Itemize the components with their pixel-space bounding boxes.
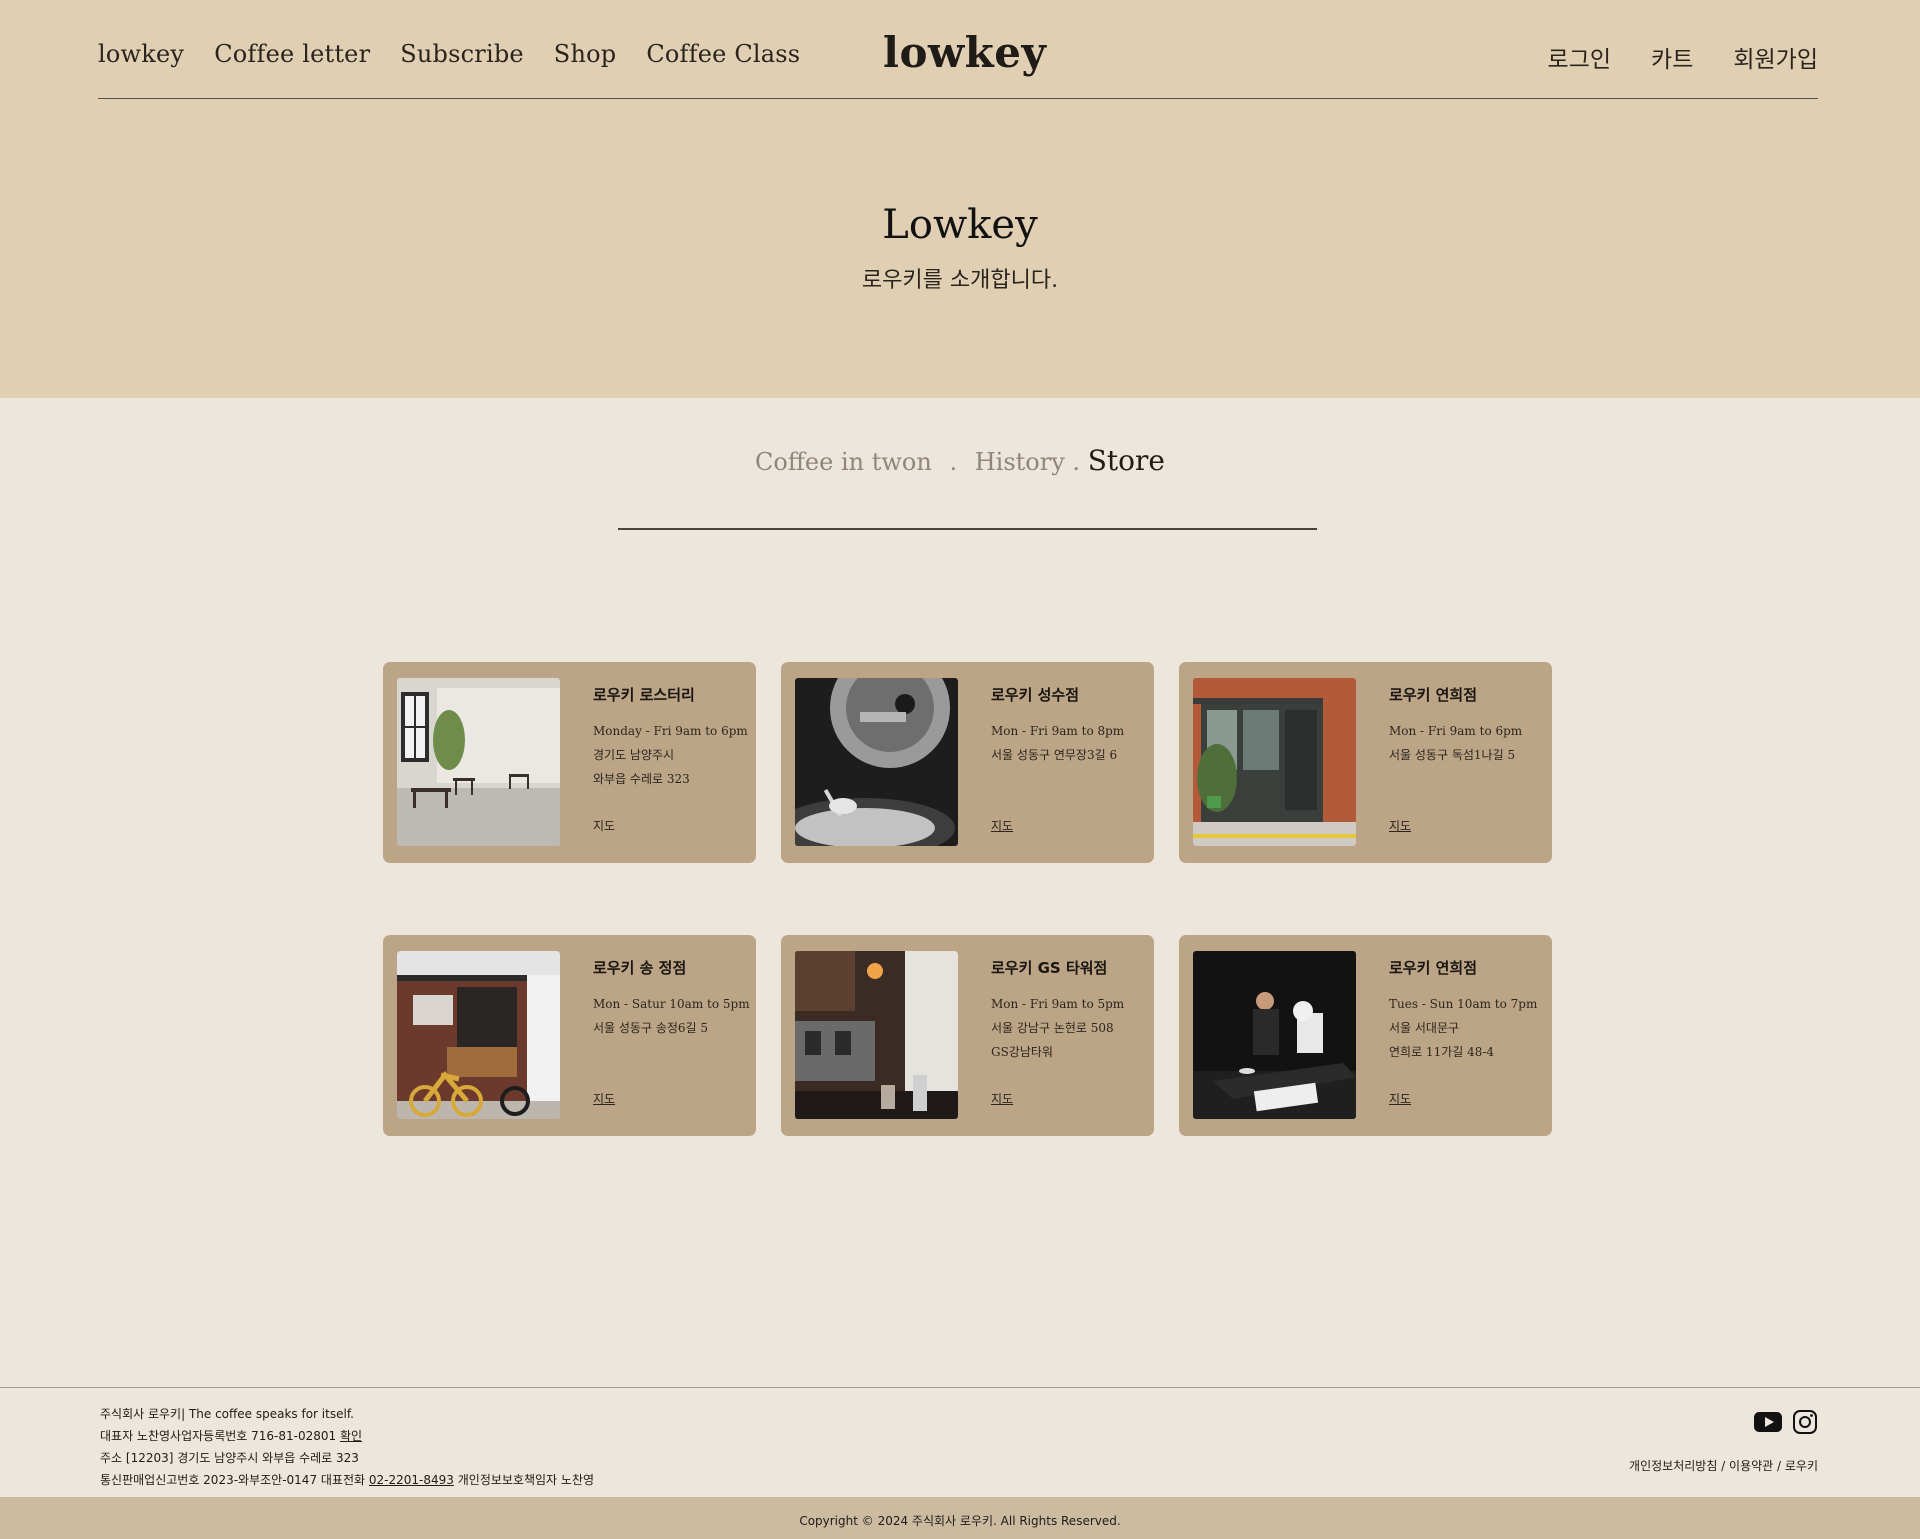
store-photo-songjeong xyxy=(397,951,560,1119)
store-name: 로우키 송 정점 xyxy=(593,959,687,977)
policy-links[interactable]: 개인정보처리방침 / 이용약관 / 로우키 xyxy=(1629,1457,1818,1474)
instagram-icon[interactable] xyxy=(1792,1409,1818,1439)
nav-link-coffee-class[interactable]: Coffee Class xyxy=(646,40,800,68)
store-name: 로우키 연희점 xyxy=(1389,959,1478,977)
store-address: GS강남타워 xyxy=(991,1045,1053,1059)
privacy-officer: 개인정보보호책임자 노찬영 xyxy=(457,1473,595,1487)
store-card: 로우키 GS 타워점 Mon - Fri 9am to 5pm 서울 강남구 논… xyxy=(781,935,1154,1136)
company-address: 주소 [12203] 경기도 남양주시 와부읍 수레로 323 xyxy=(100,1451,359,1465)
store-photo-gs-tower xyxy=(795,951,958,1119)
signup-link[interactable]: 회원가입 xyxy=(1733,40,1818,74)
nav-link-shop[interactable]: Shop xyxy=(554,40,617,68)
store-hours: Monday - Fri 9am to 6pm xyxy=(593,724,748,738)
section-tabs: Coffee in twon . History . Store xyxy=(0,444,1920,477)
store-card: 로우키 송 정점 Mon - Satur 10am to 5pm 서울 성동구 … xyxy=(383,935,756,1136)
nav-link-lowkey[interactable]: lowkey xyxy=(98,40,184,68)
logo[interactable]: lowkey xyxy=(883,28,1046,77)
company-info: 주식회사 로우키| The coffee speaks for itself. … xyxy=(100,1403,594,1491)
nav-right: 로그인 카트 회원가입 xyxy=(1548,40,1818,74)
store-address: 서울 강남구 논현로 508 xyxy=(991,1021,1114,1035)
store-photo-roastery xyxy=(397,678,560,846)
store-address: 서울 성동구 독섬1나길 5 xyxy=(1389,748,1516,762)
tab-history[interactable]: History xyxy=(975,448,1065,476)
tab-coffee-in-town[interactable]: Coffee in twon xyxy=(755,448,932,476)
store-hours: Mon - Fri 9am to 6pm xyxy=(1389,724,1523,738)
copyright-text: Copyright © 2024 주식회사 로우키. All Rights Re… xyxy=(799,1514,1121,1528)
business-registration: 대표자 노찬영사업자등록번호 716-81-02801 확인 xyxy=(100,1425,594,1447)
top-nav: lowkey Coffee letter Subscribe Shop Coff… xyxy=(98,0,1818,99)
store-address: 연희로 11가길 48-4 xyxy=(1389,1045,1495,1059)
nav-link-coffee-letter[interactable]: Coffee letter xyxy=(214,40,370,68)
store-info: 로우키 송 정점 Mon - Satur 10am to 5pm 서울 성동구 … xyxy=(593,957,750,1040)
hero-section: lowkey Coffee letter Subscribe Shop Coff… xyxy=(0,0,1920,398)
map-link[interactable]: 지도 xyxy=(1389,1090,1411,1107)
store-card: 로우키 성수점 Mon - Fri 9am to 8pm 서울 성동구 연무장3… xyxy=(781,662,1154,863)
tab-separator: . xyxy=(949,448,958,476)
verify-link[interactable]: 확인 xyxy=(340,1429,362,1443)
store-photo-seongsu xyxy=(795,678,958,846)
store-card: 로우키 연희점 Tues - Sun 10am to 7pm 서울 서대문구 연… xyxy=(1179,935,1552,1136)
tab-separator: . xyxy=(1072,448,1081,476)
store-card: 로우키 연희점 Mon - Fri 9am to 6pm 서울 성동구 독섬1나… xyxy=(1179,662,1552,863)
social-links xyxy=(1754,1409,1818,1439)
company-name: 주식회사 로우키| The coffee speaks for itself. xyxy=(100,1407,354,1421)
map-link[interactable]: 지도 xyxy=(991,1090,1013,1107)
store-hours: Mon - Fri 9am to 8pm xyxy=(991,724,1125,738)
store-hours: Mon - Satur 10am to 5pm xyxy=(593,997,750,1011)
store-name: 로우키 GS 타워점 xyxy=(991,959,1108,977)
phone-link[interactable]: 02-2201-8493 xyxy=(369,1473,454,1487)
mail-order-number: 통신판매업신고번호 2023-와부조안-0147 대표전화 xyxy=(100,1473,366,1487)
cart-link[interactable]: 카트 xyxy=(1651,40,1693,74)
store-name: 로우키 로스터리 xyxy=(593,686,695,704)
store-photo-yeonhui-2 xyxy=(1193,951,1356,1119)
store-info: 로우키 연희점 Mon - Fri 9am to 6pm 서울 성동구 독섬1나… xyxy=(1389,684,1542,767)
business-number: 대표자 노찬영사업자등록번호 716-81-02801 xyxy=(100,1429,337,1443)
footer-divider xyxy=(0,1387,1920,1388)
store-name: 로우키 연희점 xyxy=(1389,686,1478,704)
store-address: 서울 서대문구 xyxy=(1389,1021,1460,1035)
page-subtitle: 로우키를 소개합니다. xyxy=(861,268,1059,293)
map-link[interactable]: 지도 xyxy=(991,817,1013,834)
store-name: 로우키 성수점 xyxy=(991,686,1080,704)
map-link[interactable]: 지도 xyxy=(1389,817,1411,834)
nav-link-subscribe[interactable]: Subscribe xyxy=(400,40,524,68)
store-info: 로우키 성수점 Mon - Fri 9am to 8pm 서울 성동구 연무장3… xyxy=(991,684,1144,767)
store-info: 로우키 로스터리 Monday - Fri 9am to 6pm 경기도 남양주… xyxy=(593,684,748,791)
tab-store[interactable]: Store xyxy=(1088,444,1165,477)
company-contact: 통신판매업신고번호 2023-와부조안-0147 대표전화 02-2201-84… xyxy=(100,1469,594,1491)
store-info: 로우키 연희점 Tues - Sun 10am to 7pm 서울 서대문구 연… xyxy=(1389,957,1542,1064)
store-hours: Tues - Sun 10am to 7pm xyxy=(1389,997,1538,1011)
nav-left: lowkey Coffee letter Subscribe Shop Coff… xyxy=(98,40,800,68)
store-address: 경기도 남양주시 xyxy=(593,748,675,762)
store-card: 로우키 로스터리 Monday - Fri 9am to 6pm 경기도 남양주… xyxy=(383,662,756,863)
map-link[interactable]: 지도 xyxy=(593,817,615,834)
youtube-icon[interactable] xyxy=(1754,1412,1782,1436)
store-address: 서울 성동구 송정6길 5 xyxy=(593,1021,709,1035)
map-link[interactable]: 지도 xyxy=(593,1090,615,1107)
store-address: 서울 성동구 연무장3길 6 xyxy=(991,748,1118,762)
login-link[interactable]: 로그인 xyxy=(1548,40,1611,74)
page-title: Lowkey xyxy=(882,202,1038,248)
store-hours: Mon - Fri 9am to 5pm xyxy=(991,997,1125,1011)
store-address: 와부읍 수레로 323 xyxy=(593,772,690,786)
store-photo-yeonhui xyxy=(1193,678,1356,846)
store-info: 로우키 GS 타워점 Mon - Fri 9am to 5pm 서울 강남구 논… xyxy=(991,957,1144,1064)
tab-divider xyxy=(618,528,1317,530)
